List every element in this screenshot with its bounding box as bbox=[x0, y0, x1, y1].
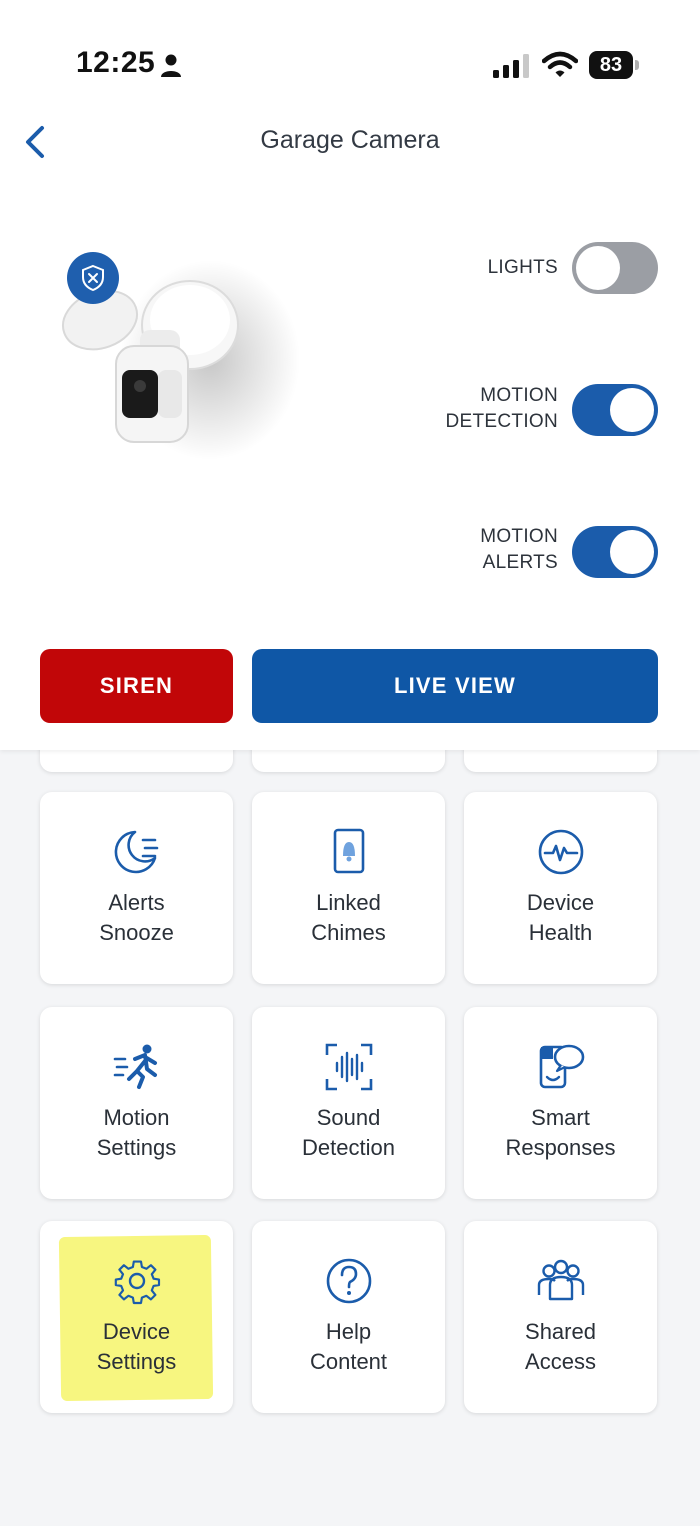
people-group-icon bbox=[537, 1259, 584, 1301]
tile-label: Motion Settings bbox=[96, 1105, 177, 1160]
tile-help-content[interactable]: Help Content bbox=[252, 1221, 445, 1413]
sound-wave-icon bbox=[325, 1043, 372, 1091]
device-header-panel: 12:25 83 Garage Camera LIGHTS MOTION DET… bbox=[0, 0, 700, 750]
motion-alerts-toggle[interactable] bbox=[572, 526, 658, 578]
tile-smart-responses[interactable]: Smart Responses bbox=[464, 1007, 657, 1199]
gear-icon bbox=[114, 1260, 160, 1305]
live-view-button[interactable]: LIVE VIEW bbox=[252, 649, 658, 723]
tile-label: Smart Responses bbox=[505, 1105, 616, 1160]
toggle-knob bbox=[610, 388, 654, 432]
toggle-knob bbox=[576, 246, 620, 290]
battery-icon: 83 bbox=[589, 51, 633, 79]
motion-alerts-label-line1: MOTION bbox=[480, 526, 558, 547]
battery-cap bbox=[635, 60, 639, 70]
siren-button[interactable]: SIREN bbox=[40, 649, 233, 723]
tile-device-health[interactable]: Device Health bbox=[464, 792, 657, 984]
lights-label: LIGHTS bbox=[487, 257, 558, 278]
tile-label: Sound Detection bbox=[302, 1105, 395, 1160]
person-icon bbox=[161, 54, 181, 77]
tile-label: Device Health bbox=[526, 890, 595, 945]
status-time: 12:25 bbox=[76, 46, 156, 79]
moon-snooze-icon bbox=[114, 830, 158, 874]
cellular-signal-icon bbox=[493, 54, 529, 78]
shield-status-badge[interactable] bbox=[67, 252, 119, 304]
motion-detection-toggle[interactable] bbox=[572, 384, 658, 436]
chime-icon bbox=[333, 828, 364, 874]
tile-label: Linked Chimes bbox=[311, 890, 386, 945]
smart-response-icon bbox=[539, 1044, 584, 1089]
shield-x-icon bbox=[82, 264, 104, 292]
tile-alerts-snooze[interactable]: Alerts Snooze bbox=[40, 792, 233, 984]
toggle-knob bbox=[610, 530, 654, 574]
tile-label: Help Content bbox=[309, 1319, 388, 1374]
motion-detection-label: MOTION DETECTION bbox=[446, 383, 558, 435]
tile-sound-detection[interactable]: Sound Detection bbox=[252, 1007, 445, 1199]
tile-label: Alerts Snooze bbox=[99, 890, 174, 945]
motion-alerts-label-line2: ALERTS bbox=[482, 552, 558, 573]
running-person-icon bbox=[113, 1044, 157, 1089]
wifi-icon bbox=[542, 51, 578, 77]
motion-alerts-label: MOTION ALERTS bbox=[480, 524, 558, 576]
tile-label: Shared Access bbox=[525, 1319, 596, 1374]
page-title: Garage Camera bbox=[260, 126, 440, 154]
motion-detection-label-line1: MOTION bbox=[480, 385, 558, 406]
question-circle-icon bbox=[326, 1258, 371, 1304]
tile-label: Device Settings bbox=[96, 1319, 177, 1374]
lights-toggle[interactable] bbox=[572, 242, 658, 294]
tile-device-settings[interactable]: Device Settings bbox=[40, 1221, 233, 1413]
health-pulse-icon bbox=[538, 829, 583, 875]
tile-shared-access[interactable]: Shared Access bbox=[464, 1221, 657, 1413]
motion-detection-label-line2: DETECTION bbox=[445, 411, 558, 432]
battery-level: 83 bbox=[599, 53, 623, 76]
tile-linked-chimes[interactable]: Linked Chimes bbox=[252, 792, 445, 984]
tile-motion-settings[interactable]: Motion Settings bbox=[40, 1007, 233, 1199]
